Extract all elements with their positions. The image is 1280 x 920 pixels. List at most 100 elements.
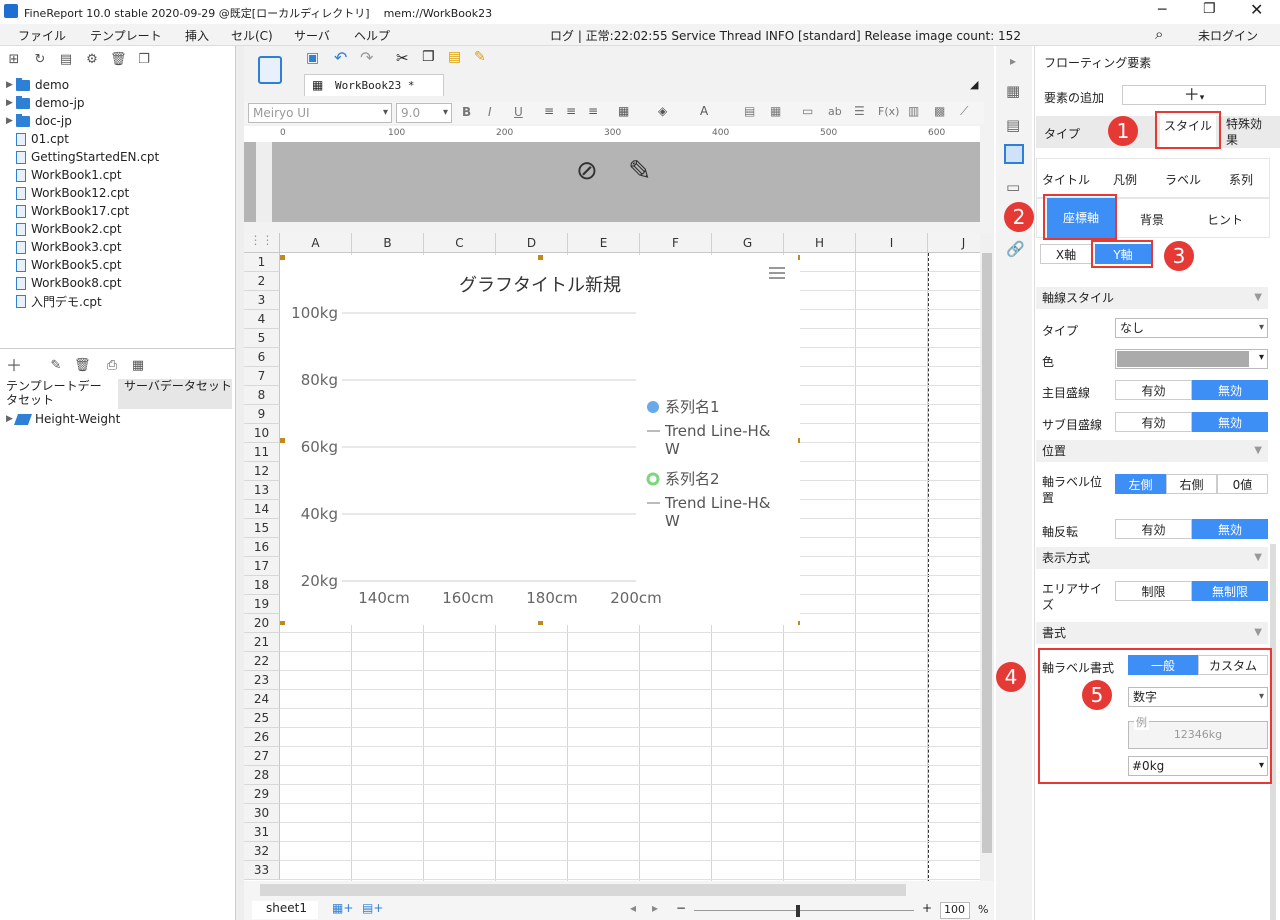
- next-sheet-icon[interactable]: ▸: [652, 901, 658, 915]
- column-header[interactable]: H: [784, 233, 856, 253]
- row-header[interactable]: 11: [244, 443, 280, 462]
- x-axis-tab[interactable]: X軸: [1040, 244, 1092, 264]
- area-limit-option[interactable]: 制限: [1115, 581, 1192, 601]
- row-header[interactable]: 1: [244, 253, 280, 272]
- tree-item[interactable]: 01.cpt: [6, 130, 69, 148]
- hide-icon[interactable]: ⊘: [576, 156, 598, 186]
- refresh-icon[interactable]: ↻: [32, 52, 48, 68]
- column-header[interactable]: J: [928, 233, 980, 253]
- align-left-icon[interactable]: ≡: [544, 104, 554, 118]
- row-header[interactable]: 9: [244, 405, 280, 424]
- sheet-tab[interactable]: sheet1: [252, 901, 318, 919]
- zoom-input[interactable]: 100: [940, 902, 970, 919]
- vertical-scrollbar[interactable]: [980, 233, 994, 881]
- tree-item[interactable]: GettingStartedEN.cpt: [6, 148, 159, 166]
- format-brush-icon[interactable]: ✎: [474, 49, 486, 65]
- bold-icon[interactable]: B: [462, 105, 471, 119]
- align-center-icon[interactable]: ≡: [566, 104, 576, 118]
- cut-icon[interactable]: ✂: [396, 49, 409, 67]
- row-header[interactable]: 28: [244, 766, 280, 785]
- major-grid-on[interactable]: 有効: [1115, 380, 1192, 400]
- horizontal-scrollbar[interactable]: [260, 884, 906, 896]
- tree-item[interactable]: WorkBook3.cpt: [6, 238, 122, 256]
- row-header[interactable]: 13: [244, 481, 280, 500]
- line-type-select[interactable]: なし ▾: [1115, 318, 1268, 338]
- subtab-series[interactable]: 系列: [1229, 171, 1253, 188]
- row-header[interactable]: 3: [244, 291, 280, 310]
- italic-icon[interactable]: I: [488, 105, 492, 119]
- tree-item[interactable]: WorkBook1.cpt: [6, 166, 122, 184]
- column-header[interactable]: C: [424, 233, 496, 253]
- save-icon[interactable]: ▣: [306, 50, 319, 66]
- link-icon[interactable]: 🔗: [1006, 240, 1025, 258]
- delete-icon[interactable]: 🗑: [110, 52, 127, 68]
- reverse-off[interactable]: 無効: [1192, 519, 1268, 539]
- minimize-icon[interactable]: ─: [1158, 2, 1166, 18]
- row-header[interactable]: 30: [244, 804, 280, 823]
- column-header[interactable]: I: [856, 233, 928, 253]
- zoom-in-icon[interactable]: +: [922, 901, 932, 915]
- paste-copy-icon[interactable]: ❐: [422, 49, 435, 65]
- row-header[interactable]: 8: [244, 386, 280, 405]
- row-header[interactable]: 10: [244, 424, 280, 443]
- section-display[interactable]: 表示方式 ▼: [1036, 547, 1268, 569]
- widget-icon[interactable]: ▭: [1006, 178, 1020, 196]
- row-header[interactable]: 16: [244, 538, 280, 557]
- grid-icon[interactable]: ▦: [312, 78, 323, 92]
- label-left-option[interactable]: 左側: [1115, 474, 1166, 494]
- doc-tab[interactable]: WorkBook23 *: [304, 74, 444, 96]
- row-header[interactable]: 29: [244, 785, 280, 804]
- split-icon[interactable]: ▦: [770, 104, 781, 118]
- menu-help[interactable]: ヘルプ: [354, 27, 390, 44]
- zoom-slider[interactable]: [694, 910, 914, 911]
- fill-color-icon[interactable]: ◈: [658, 104, 667, 118]
- subtab-background[interactable]: 背景: [1140, 211, 1164, 228]
- section-format[interactable]: 書式 ▼: [1036, 622, 1268, 644]
- scroll-thumb[interactable]: [982, 253, 992, 853]
- subtab-legend[interactable]: 凡例: [1113, 171, 1137, 188]
- subtab-label[interactable]: ラベル: [1165, 171, 1201, 188]
- tree-item[interactable]: 入門デモ.cpt: [6, 292, 102, 310]
- chart[interactable]: グラフタイトル新規 100kg 80kg 60kg 40kg 20kg 140cm 160cm…: [280, 255, 803, 626]
- area-unlimit-option[interactable]: 無制限: [1192, 581, 1268, 601]
- font-select[interactable]: Meiryo UI ▾: [248, 103, 392, 123]
- row-header[interactable]: 15: [244, 519, 280, 538]
- subtab-hint[interactable]: ヒント: [1207, 211, 1243, 228]
- font-color-icon[interactable]: A: [700, 104, 708, 118]
- paste-icon[interactable]: ▤: [448, 49, 461, 65]
- edit-pencil-icon[interactable]: ✎: [628, 154, 651, 187]
- column-header[interactable]: G: [712, 233, 784, 253]
- row-header[interactable]: 5: [244, 329, 280, 348]
- splitter-handle[interactable]: [236, 46, 244, 920]
- edit-icon[interactable]: ✎: [48, 358, 64, 374]
- tree-item[interactable]: WorkBook8.cpt: [6, 274, 122, 292]
- row-header[interactable]: 6: [244, 348, 280, 367]
- label-right-option[interactable]: 右側: [1166, 474, 1217, 494]
- add-dataset-icon[interactable]: ＋: [6, 358, 22, 374]
- merge-icon[interactable]: ▤: [744, 104, 755, 118]
- column-header[interactable]: E: [568, 233, 640, 253]
- condition-icon[interactable]: ▤: [1006, 116, 1020, 134]
- tab-server-dataset[interactable]: サーバデータセット: [118, 379, 232, 409]
- tree-item[interactable]: WorkBook2.cpt: [6, 220, 122, 238]
- label-zero-option[interactable]: 0値: [1217, 474, 1268, 494]
- login-link[interactable]: 未ログイン: [1198, 27, 1258, 44]
- zoom-thumb[interactable]: [796, 905, 800, 917]
- row-header[interactable]: 31: [244, 823, 280, 842]
- add-report-icon[interactable]: ▤+: [362, 901, 383, 915]
- menu-insert[interactable]: 挿入: [185, 27, 209, 44]
- subtab-title[interactable]: タイトル: [1042, 171, 1090, 188]
- corner-cell[interactable]: ⋮⋮: [244, 233, 280, 253]
- row-header[interactable]: 19: [244, 595, 280, 614]
- wrap-icon[interactable]: ▭: [802, 104, 813, 118]
- new-folder-icon[interactable]: ⊞: [6, 52, 22, 68]
- tab-type[interactable]: タイプ: [1044, 125, 1080, 142]
- size-select[interactable]: 9.0 ▾: [396, 103, 452, 123]
- image-icon[interactable]: ▩: [934, 104, 945, 118]
- row-header[interactable]: 27: [244, 747, 280, 766]
- column-header[interactable]: B: [352, 233, 424, 253]
- row-header[interactable]: 23: [244, 671, 280, 690]
- underline-icon[interactable]: U: [514, 105, 523, 119]
- color-picker[interactable]: ▾: [1115, 349, 1268, 369]
- redo-icon[interactable]: ↷: [360, 48, 373, 67]
